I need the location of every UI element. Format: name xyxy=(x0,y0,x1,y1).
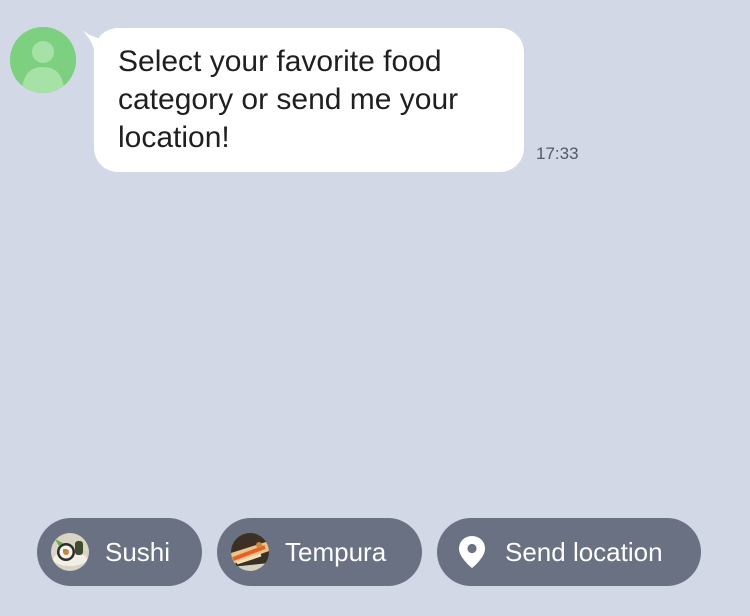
quick-reply-sushi[interactable]: Sushi xyxy=(37,518,202,586)
quick-reply-send-location-label: Send location xyxy=(505,536,663,567)
message-text: Select your favorite food category or se… xyxy=(118,45,459,154)
person-silhouette-icon xyxy=(10,27,76,93)
quick-reply-send-location[interactable]: Send location xyxy=(437,518,701,586)
message-timestamp: 17:33 xyxy=(536,144,579,163)
sushi-thumbnail-icon xyxy=(51,533,89,571)
tempura-thumbnail-icon xyxy=(231,533,269,571)
quick-reply-bar: Sushi Tempura Send location xyxy=(0,518,750,586)
quick-reply-tempura-label: Tempura xyxy=(285,536,387,567)
message-bubble: Select your favorite food category or se… xyxy=(94,28,524,172)
location-pin-icon xyxy=(453,533,491,571)
quick-reply-sushi-label: Sushi xyxy=(105,536,171,567)
quick-reply-tempura[interactable]: Tempura xyxy=(217,518,422,586)
sender-avatar[interactable] xyxy=(10,27,76,93)
